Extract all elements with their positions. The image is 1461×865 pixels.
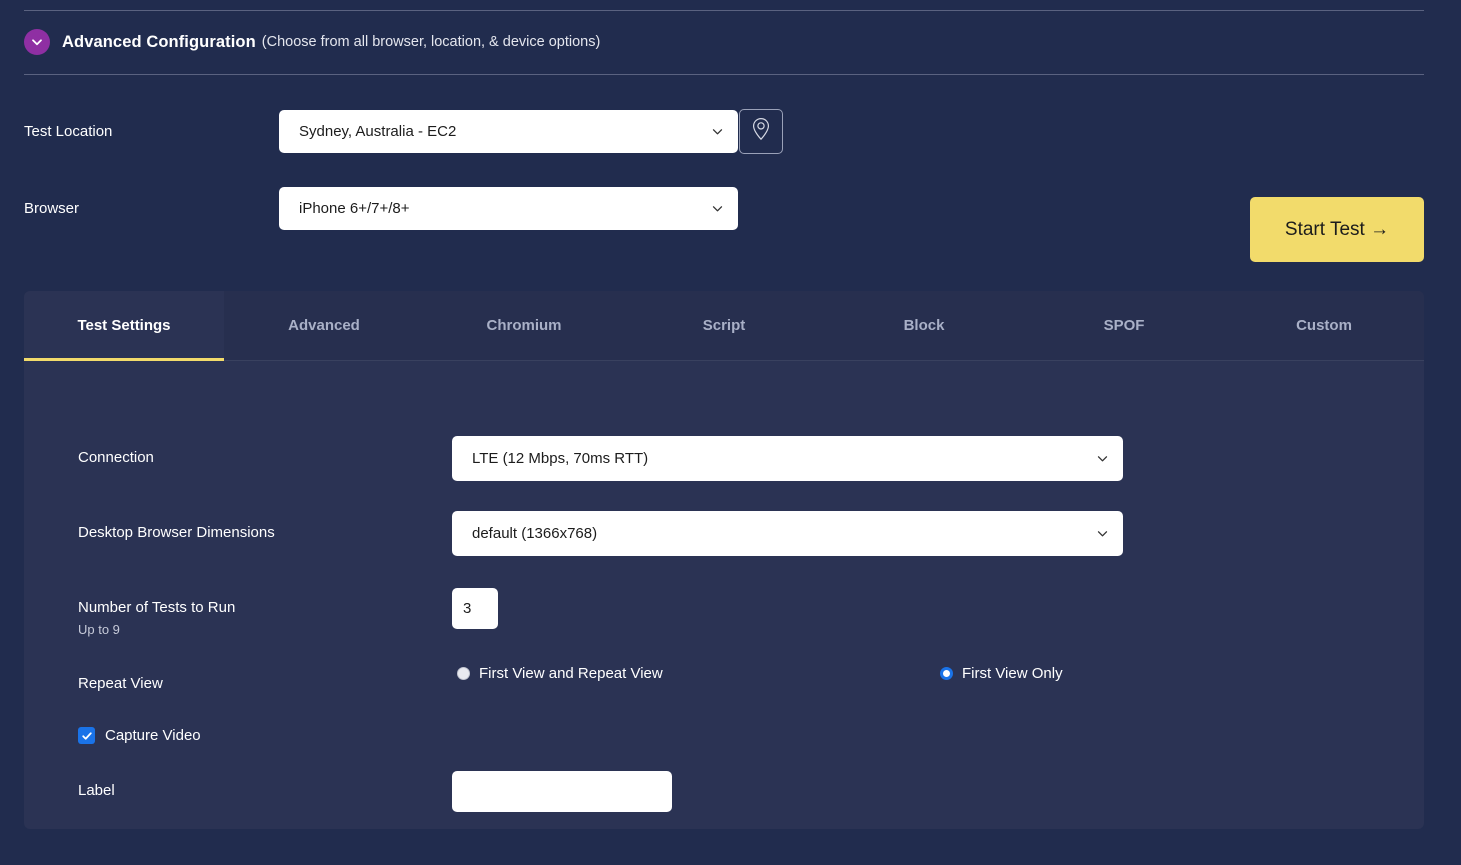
chevron-down-icon[interactable] (24, 29, 50, 55)
test-settings-panel: Test Settings Advanced Chromium Script B… (24, 291, 1424, 829)
advanced-configuration-page: Advanced Configuration (Choose from all … (0, 0, 1461, 865)
browser-label: Browser (24, 200, 80, 217)
test-location-select[interactable]: Sydney, Australia - EC2 (279, 110, 738, 153)
header-divider (24, 74, 1424, 75)
radio-first-view-only[interactable]: First View Only (940, 665, 1063, 682)
tab-spof[interactable]: SPOF (1024, 291, 1224, 360)
location-picker-button[interactable] (739, 109, 783, 154)
checkmark-icon (78, 727, 95, 744)
number-of-tests-sublabel: Up to 9 (78, 622, 120, 637)
connection-label: Connection (78, 449, 154, 466)
test-location-label: Test Location (24, 123, 113, 140)
tab-block[interactable]: Block (824, 291, 1024, 360)
number-of-tests-input[interactable] (452, 588, 498, 629)
tab-bar: Test Settings Advanced Chromium Script B… (24, 291, 1424, 361)
advanced-configuration-subtitle: (Choose from all browser, location, & de… (261, 34, 601, 50)
radio-unselected-icon (457, 667, 470, 680)
radio-selected-icon (940, 667, 953, 680)
radio-first-and-repeat-view[interactable]: First View and Repeat View (457, 665, 663, 682)
capture-video-checkbox[interactable]: Capture Video (78, 727, 201, 744)
chevron-down-icon (1096, 527, 1123, 540)
desktop-browser-dimensions-select[interactable]: default (1366x768) (452, 511, 1123, 556)
radio-first-and-repeat-view-label: First View and Repeat View (479, 665, 663, 682)
desktop-browser-dimensions-value: default (1366x768) (472, 525, 598, 542)
chevron-down-icon (711, 125, 738, 138)
chevron-down-icon (1096, 452, 1123, 465)
connection-value: LTE (12 Mbps, 70ms RTT) (472, 450, 649, 467)
chevron-down-icon (711, 202, 738, 215)
browser-select[interactable]: iPhone 6+/7+/8+ (279, 187, 738, 230)
desktop-browser-dimensions-label: Desktop Browser Dimensions (78, 524, 275, 541)
tab-custom[interactable]: Custom (1224, 291, 1424, 360)
tab-test-settings[interactable]: Test Settings (24, 291, 224, 361)
advanced-configuration-header[interactable]: Advanced Configuration (Choose from all … (24, 24, 1424, 60)
label-field-label: Label (78, 782, 115, 799)
radio-first-view-only-label: First View Only (962, 665, 1063, 682)
browser-value: iPhone 6+/7+/8+ (299, 200, 410, 217)
test-location-value: Sydney, Australia - EC2 (299, 123, 457, 140)
repeat-view-label: Repeat View (78, 675, 163, 692)
map-pin-icon (751, 117, 771, 146)
start-test-button[interactable]: Start Test → (1250, 197, 1424, 262)
number-of-tests-label: Number of Tests to Run (78, 599, 236, 616)
tab-advanced[interactable]: Advanced (224, 291, 424, 360)
top-divider (24, 10, 1424, 11)
advanced-configuration-title: Advanced Configuration (62, 32, 256, 51)
tab-chromium[interactable]: Chromium (424, 291, 624, 360)
connection-select[interactable]: LTE (12 Mbps, 70ms RTT) (452, 436, 1123, 481)
test-settings-form: Connection LTE (12 Mbps, 70ms RTT) Deskt… (24, 361, 1424, 829)
tab-script[interactable]: Script (624, 291, 824, 360)
label-input[interactable] (452, 771, 672, 812)
capture-video-label: Capture Video (105, 727, 201, 744)
